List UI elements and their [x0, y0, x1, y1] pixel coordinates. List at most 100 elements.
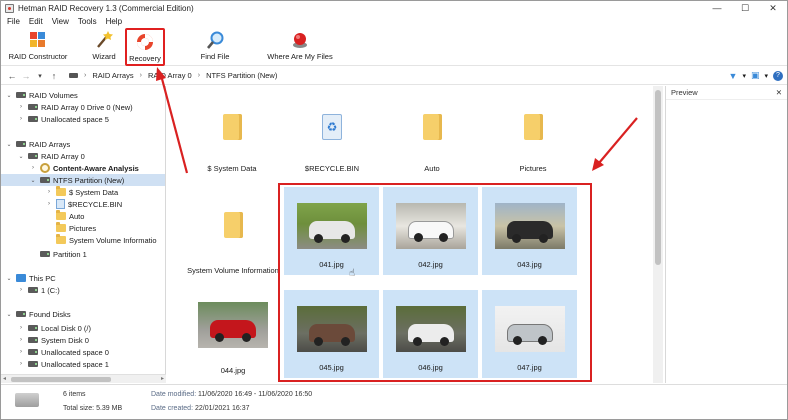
scroll-right-icon[interactable]: ▸	[161, 375, 164, 382]
menu-file[interactable]: File	[7, 17, 20, 26]
chevron-down-icon[interactable]: ⌄	[29, 177, 37, 184]
folder-pictures[interactable]: Pictures	[503, 114, 563, 173]
filter-dropdown-icon[interactable]: ▾	[742, 72, 746, 80]
folder-label: Pictures	[519, 164, 547, 173]
help-icon[interactable]: ?	[773, 70, 783, 81]
tree-label: $ System Data	[69, 187, 119, 197]
wizard-button[interactable]: Wizard	[87, 30, 121, 64]
tree-item-found-disks[interactable]: ⌄ Found Disks	[5, 308, 70, 320]
red-button-icon	[293, 33, 307, 48]
back-arrow-icon[interactable]: ←	[5, 71, 19, 81]
chevron-right-icon[interactable]: ›	[45, 201, 53, 207]
menu-tools[interactable]: Tools	[78, 17, 97, 26]
tree-item-local-disk-0[interactable]: › Local Disk 0 (/)	[17, 322, 91, 334]
tree-item-partition-1[interactable]: Partition 1	[37, 248, 87, 260]
tree-item-unallocated-5[interactable]: › Unallocated space 5	[17, 113, 109, 125]
file-043[interactable]: 043.jpg	[482, 187, 577, 275]
chevron-right-icon[interactable]: ›	[17, 361, 25, 367]
chevron-right-icon[interactable]: ›	[29, 165, 37, 171]
tree-item-pictures[interactable]: Pictures	[53, 222, 96, 234]
file-041[interactable]: 041.jpg	[284, 187, 379, 275]
chevron-right-icon[interactable]: ›	[17, 337, 25, 343]
folder-auto[interactable]: Auto	[402, 114, 462, 173]
chevron-down-icon[interactable]: ⌄	[5, 92, 13, 99]
tree-label: NTFS Partition (New)	[53, 175, 125, 185]
maximize-button[interactable]: ☐	[731, 1, 759, 15]
folder-system-volume[interactable]: System Volume Information	[183, 212, 283, 275]
chevron-right-icon[interactable]: ›	[45, 189, 53, 195]
tree-item-raid-array-0[interactable]: ⌄ RAID Array 0	[17, 150, 84, 162]
breadcrumb-ntfs-partition[interactable]: NTFS Partition (New)	[206, 71, 277, 80]
tree-item-unallocated-1[interactable]: › Unallocated space 1	[17, 358, 109, 370]
tree-item-unallocated-0[interactable]: › Unallocated space 0	[17, 346, 109, 358]
chevron-right-icon[interactable]: ›	[17, 325, 25, 331]
tree-item-this-pc[interactable]: ⌄ This PC	[5, 272, 55, 284]
file-045[interactable]: 045.jpg	[284, 290, 379, 378]
item-count: 6 items	[63, 391, 86, 398]
raid-constructor-button[interactable]: RAID Constructor	[7, 30, 69, 64]
date-created-label: Date created:	[151, 405, 194, 412]
preview-header: Preview ✕	[666, 86, 787, 100]
window-title: Hetman RAID Recovery 1.3 (Commercial Edi…	[18, 3, 194, 13]
tree-item-system-disk-0[interactable]: › System Disk 0	[17, 334, 89, 346]
drive-icon	[28, 153, 38, 159]
tree-item-system-data[interactable]: › $ System Data	[45, 186, 118, 198]
tree-item-recycle-bin[interactable]: › $RECYCLE.BIN	[45, 198, 122, 210]
close-icon[interactable]: ✕	[776, 88, 782, 97]
car-thumbnail	[395, 306, 466, 352]
tree-item-drive-c[interactable]: › 1 (C:)	[17, 284, 60, 296]
find-file-button[interactable]: Find File	[195, 30, 235, 64]
tree-item-raid-volumes[interactable]: ⌄ RAID Volumes	[5, 89, 77, 101]
menu-help[interactable]: Help	[106, 17, 122, 26]
where-are-my-files-button[interactable]: Where Are My Files	[265, 30, 335, 64]
forward-arrow-icon[interactable]: →	[19, 71, 33, 81]
chevron-down-icon[interactable]: ⌄	[5, 311, 13, 318]
view-mode-icon[interactable]: ▣	[751, 70, 760, 81]
file-label: 042.jpg	[418, 260, 443, 269]
folder-recycle-bin[interactable]: ♻ $RECYCLE.BIN	[302, 114, 362, 173]
folder-system-data[interactable]: $ System Data	[202, 114, 262, 173]
content-vertical-scrollbar[interactable]	[653, 86, 663, 383]
chevron-down-icon[interactable]: ⌄	[5, 141, 13, 148]
breadcrumb-raid-array-0[interactable]: RAID Array 0	[148, 71, 192, 80]
scrollbar-thumb[interactable]	[655, 90, 661, 265]
file-047[interactable]: 047.jpg	[482, 290, 577, 378]
scroll-left-icon[interactable]: ◂	[3, 375, 6, 382]
up-arrow-icon[interactable]: ↑	[47, 71, 61, 81]
file-042[interactable]: 042.jpg	[383, 187, 478, 275]
tree-item-raid-array-drive[interactable]: › RAID Array 0 Drive 0 (New)	[17, 101, 133, 113]
tree-item-raid-arrays[interactable]: ⌄ RAID Arrays	[5, 138, 70, 150]
file-044[interactable]: 044.jpg	[183, 302, 283, 375]
tree-item-auto[interactable]: Auto	[53, 210, 84, 222]
drive-icon	[28, 287, 38, 293]
drive-icon	[28, 349, 38, 355]
chevron-down-icon[interactable]: ⌄	[5, 275, 13, 282]
menu-view[interactable]: View	[52, 17, 69, 26]
chevron-down-icon[interactable]: ⌄	[17, 153, 25, 160]
minimize-button[interactable]: —	[703, 1, 731, 15]
scrollbar-thumb[interactable]	[11, 377, 111, 382]
chevron-right-icon[interactable]: ›	[17, 349, 25, 355]
chevron-right-icon[interactable]: ›	[17, 104, 25, 110]
filter-icon[interactable]: ▼	[729, 71, 738, 81]
tree-horizontal-scrollbar[interactable]: ◂ ▸	[1, 374, 166, 383]
chevron-right-icon[interactable]: ›	[17, 116, 25, 122]
dropdown-chevron-icon[interactable]: ▾	[33, 72, 47, 80]
file-046[interactable]: 046.jpg	[383, 290, 478, 378]
drive-icon	[28, 325, 38, 331]
tree-item-system-volume[interactable]: System Volume Informatio	[53, 234, 157, 246]
breadcrumb-raid-arrays[interactable]: RAID Arrays	[92, 71, 133, 80]
tree-item-ntfs-partition[interactable]: ⌄ NTFS Partition (New)	[1, 174, 165, 186]
drive-icon	[16, 311, 26, 317]
drive-icon	[40, 177, 50, 183]
close-button[interactable]: ✕	[759, 1, 787, 15]
recovery-button[interactable]: Recovery	[125, 28, 165, 66]
file-label: 044.jpg	[220, 366, 246, 375]
magnifier-icon	[207, 31, 224, 49]
tree-item-content-aware[interactable]: › Content-Aware Analysis	[29, 162, 139, 174]
view-dropdown-icon[interactable]: ▾	[764, 72, 768, 80]
preview-title: Preview	[671, 88, 698, 97]
magic-wand-icon	[97, 31, 113, 48]
menu-edit[interactable]: Edit	[29, 17, 43, 26]
chevron-right-icon[interactable]: ›	[17, 287, 25, 293]
